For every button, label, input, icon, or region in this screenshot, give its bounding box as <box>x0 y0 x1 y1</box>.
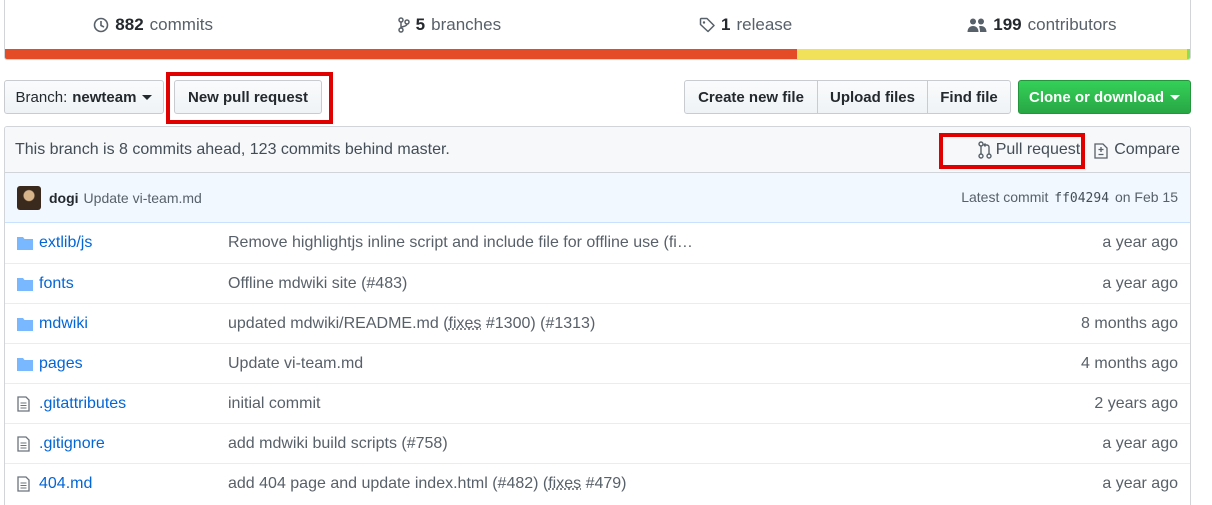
file-commit-message[interactable]: Update vi-team.md <box>228 355 1018 373</box>
file-age: a year ago <box>1102 274 1178 292</box>
tag-icon <box>699 17 715 33</box>
releases-label: release <box>736 15 793 34</box>
commit-author[interactable]: dogi <box>49 190 79 206</box>
latest-commit-bar: dogi Update vi-team.md Latest commit ff0… <box>5 173 1190 223</box>
file-table: This branch is 8 commits ahead, 123 comm… <box>4 126 1191 505</box>
file-row: .gitattributes initial commit 2 years ag… <box>5 383 1190 423</box>
compare-link[interactable]: Compare <box>1094 141 1180 159</box>
language-segment-javascript[interactable] <box>797 49 1187 59</box>
message-part: #479) <box>581 474 627 492</box>
diff-icon <box>1094 142 1108 159</box>
new-pull-request-button[interactable]: New pull request <box>174 80 322 114</box>
branches-count: 5 <box>415 15 426 34</box>
branch-status-bar: This branch is 8 commits ahead, 123 comm… <box>5 127 1190 173</box>
repo-summary: 882 commits 5 branches 1 release 199 con… <box>4 0 1191 60</box>
file-list: extlib/js Remove highlightjs inline scri… <box>5 223 1190 503</box>
file-row: extlib/js Remove highlightjs inline scri… <box>5 223 1190 263</box>
avatar[interactable] <box>17 185 41 210</box>
find-file-button[interactable]: Find file <box>927 80 1011 114</box>
file-name-link[interactable]: fonts <box>39 275 228 293</box>
file-icon <box>17 395 39 412</box>
contributors-link[interactable]: 199 contributors <box>894 15 1190 35</box>
pull-request-label: Pull request <box>995 140 1081 158</box>
file-row: fonts Offline mdwiki site (#483) a year … <box>5 263 1190 303</box>
file-age: 2 years ago <box>1094 394 1178 412</box>
branch-select-button[interactable]: Branch: newteam <box>4 80 164 114</box>
file-name-link[interactable]: .gitignore <box>39 435 228 453</box>
commits-link[interactable]: 882 commits <box>5 15 301 35</box>
branch-name: newteam <box>72 88 137 106</box>
branches-label: branches <box>431 15 502 34</box>
file-row: 404.md add 404 page and update index.htm… <box>5 463 1190 503</box>
fixes-link[interactable]: fixes <box>548 475 581 492</box>
history-icon <box>93 17 109 33</box>
file-name-link[interactable]: .gitattributes <box>39 395 228 413</box>
releases-link[interactable]: 1 release <box>598 15 894 35</box>
file-row: pages Update vi-team.md 4 months ago <box>5 343 1190 383</box>
caret-down-icon <box>142 94 153 100</box>
commit-message[interactable]: Update vi-team.md <box>84 190 962 206</box>
git-branch-icon <box>397 17 410 33</box>
language-bar[interactable] <box>5 49 1190 59</box>
file-icon <box>17 435 39 452</box>
caret-down-icon <box>1170 94 1180 100</box>
commit-sha[interactable]: ff04294 <box>1054 191 1109 206</box>
pull-request-link[interactable]: Pull request <box>977 140 1081 159</box>
upload-files-button[interactable]: Upload files <box>817 80 928 114</box>
clone-label: Clone or download <box>1029 88 1164 106</box>
file-row: mdwiki updated mdwiki/README.md (fixes #… <box>5 303 1190 343</box>
folder-icon <box>17 277 39 291</box>
commits-label: commits <box>149 15 213 34</box>
folder-icon <box>17 317 39 331</box>
file-commit-message[interactable]: Offline mdwiki site (#483) <box>228 275 1018 293</box>
contributors-count: 199 <box>993 15 1022 34</box>
message-part: updated mdwiki/README.md ( <box>228 314 449 332</box>
create-new-file-button[interactable]: Create new file <box>684 80 818 114</box>
folder-icon <box>17 236 39 250</box>
language-segment-html[interactable] <box>5 49 797 59</box>
compare-label: Compare <box>1114 140 1180 158</box>
message-part: #1300) (#1313) <box>481 314 596 332</box>
file-name-link[interactable]: pages <box>39 355 228 373</box>
file-commit-message[interactable]: Remove highlightjs inline script and inc… <box>228 234 1018 252</box>
branch-prefix: Branch: <box>15 88 68 106</box>
file-name-link[interactable]: mdwiki <box>39 315 228 333</box>
file-commit-message[interactable]: add 404 page and update index.html (#482… <box>228 475 1018 493</box>
people-icon <box>967 18 987 32</box>
file-name-link[interactable]: extlib/js <box>39 234 228 252</box>
file-commit-message[interactable]: add mdwiki build scripts (#758) <box>228 435 1018 453</box>
language-segment-other[interactable] <box>1187 49 1190 59</box>
latest-commit-info: Latest commit ff04294 on Feb 15 <box>961 189 1178 206</box>
file-commit-message[interactable]: updated mdwiki/README.md (fixes #1300) (… <box>228 315 1018 333</box>
branch-status-text: This branch is 8 commits ahead, 123 comm… <box>15 140 450 158</box>
file-commit-message[interactable]: initial commit <box>228 395 1018 413</box>
branches-link[interactable]: 5 branches <box>301 15 597 35</box>
message-part: add 404 page and update index.html (#482… <box>228 474 549 492</box>
file-age: a year ago <box>1102 234 1178 251</box>
commit-date: on Feb 15 <box>1114 189 1178 205</box>
file-age: 8 months ago <box>1081 314 1178 332</box>
folder-icon <box>17 357 39 371</box>
latest-commit-prefix: Latest commit <box>961 189 1049 205</box>
file-age: a year ago <box>1102 474 1178 492</box>
file-age: 4 months ago <box>1081 354 1178 372</box>
commits-count: 882 <box>115 15 144 34</box>
file-name-link[interactable]: 404.md <box>39 475 228 493</box>
fixes-link[interactable]: fixes <box>449 315 482 332</box>
releases-count: 1 <box>721 15 731 34</box>
file-icon <box>17 475 39 492</box>
file-age: a year ago <box>1102 434 1178 452</box>
file-row: .gitignore add mdwiki build scripts (#75… <box>5 423 1190 463</box>
clone-or-download-button[interactable]: Clone or download <box>1018 80 1191 114</box>
file-actions-group: Create new file Upload files Find file <box>684 80 1011 114</box>
git-pull-request-icon <box>977 140 992 159</box>
contributors-label: contributors <box>1027 15 1117 34</box>
